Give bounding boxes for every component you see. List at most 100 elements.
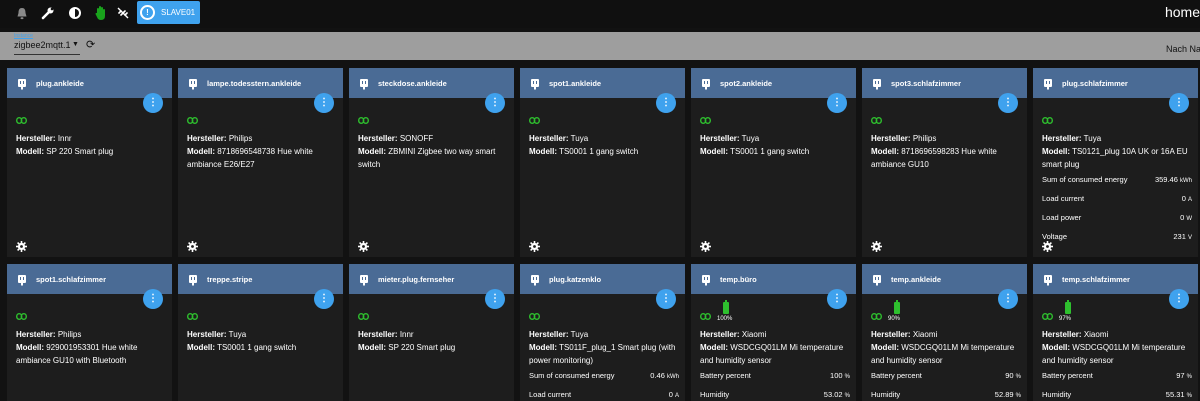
- property-row: Humidity 55.31 %: [1042, 390, 1192, 399]
- device-card: lampe.todesstern.ankleide ⋮ Hersteller: Ph…: [178, 68, 343, 257]
- settings-gear-icon[interactable]: [187, 239, 198, 252]
- battery-percent: 97%: [1059, 316, 1072, 322]
- card-menu-button[interactable]: ⋮: [314, 289, 334, 309]
- property-value: 0.46: [650, 371, 665, 380]
- page-title: home: [1164, 4, 1200, 20]
- link-icon: [699, 111, 712, 124]
- card-menu-button[interactable]: ⋮: [998, 289, 1018, 309]
- brightness-icon[interactable]: [66, 4, 84, 22]
- link-icon: [1041, 111, 1054, 124]
- card-menu-button[interactable]: ⋮: [485, 289, 505, 309]
- link-icon: [528, 307, 541, 320]
- model-value: TS0001 1 gang switch: [730, 147, 810, 156]
- property-value: 55.31: [1165, 390, 1185, 399]
- card-menu-button[interactable]: ⋮: [143, 93, 163, 113]
- manufacturer-line: Hersteller: Tuya: [529, 328, 679, 341]
- settings-gear-icon[interactable]: [871, 239, 882, 252]
- link-icon: [870, 111, 883, 124]
- settings-gear-icon[interactable]: [1042, 239, 1053, 252]
- manufacturer-line: Hersteller: SONOFF: [358, 132, 508, 145]
- manufacturer-label: Hersteller:: [700, 134, 740, 143]
- property-label: Load current: [1042, 194, 1085, 203]
- card-menu-button[interactable]: ⋮: [656, 93, 676, 113]
- wrench-icon[interactable]: [39, 4, 57, 22]
- property-row: Humidity 53.02 %: [700, 390, 850, 399]
- manufacturer-label: Hersteller:: [529, 134, 569, 143]
- device-info: Hersteller: Tuya Modell: TS0001 1 gang sw…: [700, 132, 850, 158]
- manufacturer-label: Hersteller:: [1042, 330, 1082, 339]
- no-link-icon[interactable]: [114, 4, 132, 22]
- card-menu-button[interactable]: ⋮: [485, 93, 505, 113]
- model-label: Modell:: [187, 343, 215, 352]
- device-card: steckdose.ankleide ⋮ Hersteller: SONOFF Mod…: [349, 68, 514, 257]
- property-label: Humidity: [1042, 390, 1072, 399]
- device-card: temp.ankleide ⋮ 90% Hersteller: Xiaomi Model…: [862, 264, 1027, 401]
- settings-gear-icon[interactable]: [700, 239, 711, 252]
- manufacturer-value: Tuya: [570, 134, 589, 143]
- model-line: Modell: 8718696598283 Hue white ambiance…: [871, 145, 1021, 171]
- refresh-icon[interactable]: ⟳: [86, 38, 95, 51]
- manufacturer-label: Hersteller:: [871, 134, 911, 143]
- model-line: Modell: 8718696548738 Hue white ambiance…: [187, 145, 337, 171]
- plug-icon: [16, 77, 28, 90]
- model-line: Modell: TS0001 1 gang switch: [187, 341, 337, 354]
- sort-select[interactable]: Nach Nam: [1166, 44, 1200, 54]
- device-card: spot2.ankleide ⋮ Hersteller: Tuya Modell: T…: [691, 68, 856, 257]
- property-unit: %: [1186, 374, 1192, 380]
- card-menu-button[interactable]: ⋮: [1169, 289, 1189, 309]
- card-menu-button[interactable]: ⋮: [656, 289, 676, 309]
- power-icon: !: [140, 5, 155, 20]
- property-value: 52.89: [994, 390, 1014, 399]
- card-title: plug.katzenklo: [549, 275, 602, 284]
- battery-icon: [894, 299, 900, 314]
- device-info: Hersteller: Xiaomi Modell: WSDCGQ01LM Mi …: [871, 328, 1021, 367]
- device-card: treppe.stripe ⋮ Hersteller: Tuya Modell: TS…: [178, 264, 343, 401]
- plug-icon: [358, 77, 370, 90]
- property-row: Load current 0 A: [1042, 194, 1192, 203]
- instance-button[interactable]: ! SLAVE01: [137, 1, 200, 24]
- settings-gear-icon[interactable]: [16, 239, 27, 252]
- device-info: Hersteller: SONOFF Modell: ZBMINI Zigbee …: [358, 132, 508, 171]
- link-icon: [357, 307, 370, 320]
- manufacturer-line: Hersteller: Innr: [358, 328, 508, 341]
- plug-icon: [187, 77, 199, 90]
- battery-percent: 100%: [717, 316, 733, 322]
- model-label: Modell:: [16, 147, 44, 156]
- card-title: temp.ankleide: [891, 275, 942, 284]
- card-menu-button[interactable]: ⋮: [1169, 93, 1189, 113]
- manufacturer-value: Xiaomi: [912, 330, 938, 339]
- caret-down-icon[interactable]: ▼: [72, 41, 79, 48]
- property-unit: %: [844, 393, 850, 399]
- model-line: Modell: TS0001 1 gang switch: [700, 145, 850, 158]
- property-label: Battery percent: [871, 371, 922, 380]
- model-label: Modell:: [871, 343, 899, 352]
- plug-icon: [358, 273, 370, 286]
- card-menu-button[interactable]: ⋮: [827, 289, 847, 309]
- card-menu-button[interactable]: ⋮: [143, 289, 163, 309]
- plug-icon: [1042, 77, 1054, 90]
- settings-gear-icon[interactable]: [529, 239, 540, 252]
- model-label: Modell:: [16, 343, 44, 352]
- card-menu-button[interactable]: ⋮: [827, 93, 847, 113]
- model-value: SP 220 Smart plug: [388, 343, 456, 352]
- property-label: Sum of consumed energy: [529, 371, 615, 380]
- plug-icon: [16, 273, 28, 286]
- manufacturer-line: Hersteller: Tuya: [529, 132, 679, 145]
- manufacturer-label: Hersteller:: [1042, 134, 1082, 143]
- device-info: Hersteller: Xiaomi Modell: WSDCGQ01LM Mi …: [700, 328, 850, 367]
- settings-gear-icon[interactable]: [358, 239, 369, 252]
- hand-icon[interactable]: [92, 4, 110, 22]
- model-label: Modell:: [1042, 147, 1070, 156]
- property-unit: W: [1186, 216, 1192, 222]
- model-label: Modell:: [187, 147, 215, 156]
- device-card: spot3.schlafzimmer ⋮ Hersteller: Philips Mo…: [862, 68, 1027, 257]
- card-title: spot1.ankleide: [549, 79, 602, 88]
- card-menu-button[interactable]: ⋮: [998, 93, 1018, 113]
- property-value: 231: [1173, 232, 1186, 241]
- bell-icon[interactable]: [13, 4, 31, 22]
- card-menu-button[interactable]: ⋮: [314, 93, 334, 113]
- model-value: SP 220 Smart plug: [46, 147, 114, 156]
- instance-select[interactable]: zigbee2mqtt.1: [14, 40, 71, 50]
- device-card: temp.büro ⋮ 100% Hersteller: Xiaomi Modell: …: [691, 264, 856, 401]
- device-card: temp.schlafzimmer ⋮ 97% Hersteller: Xiaomi M…: [1033, 264, 1198, 401]
